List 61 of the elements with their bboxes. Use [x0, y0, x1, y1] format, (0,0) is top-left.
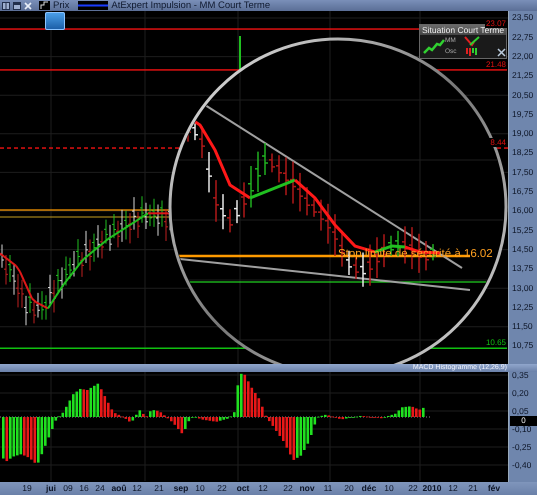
date-label: 22	[408, 482, 418, 495]
axis-label: 14,50	[511, 242, 534, 256]
axis-label: -0,25	[511, 441, 532, 454]
cursor-value: 0	[510, 416, 537, 426]
axis-label: -0,40	[511, 459, 532, 472]
axis-label: 13,00	[511, 282, 534, 295]
axis-label: 19,00	[511, 127, 534, 140]
axis-label: 22,00	[511, 50, 534, 63]
date-label: aoû	[111, 482, 127, 495]
date-label: 10	[384, 482, 394, 495]
date-label: 11	[324, 482, 332, 495]
axis-label: 0,20	[511, 387, 530, 400]
date-label: fév	[488, 482, 500, 495]
date-label: 2010	[422, 482, 442, 495]
date-label: 12	[132, 482, 142, 495]
price-legend: Prix	[53, 0, 70, 11]
date-label: sep	[174, 482, 188, 495]
date-label: 22	[283, 482, 293, 495]
axis-label: 12,25	[511, 300, 534, 314]
date-label: 09	[63, 482, 73, 495]
histogram-icon	[465, 47, 479, 57]
axis-label: 15,25	[511, 224, 534, 237]
indicator-legend: AtExpert Impulsion - MM Court Terme	[111, 0, 270, 11]
axis-label: 23,50	[511, 11, 534, 24]
maximize-icon[interactable]	[13, 2, 21, 10]
level-label: 10.65	[484, 338, 507, 348]
axis-label: 16,75	[511, 185, 534, 198]
date-label: 12	[258, 482, 268, 495]
date-label: 10	[195, 482, 205, 495]
axis-label: 21,25	[511, 69, 534, 82]
axis-label: 0,35	[511, 372, 530, 382]
date-label: 22	[217, 482, 227, 495]
level-label: 21.48	[484, 60, 507, 69]
axis-label: 11,50	[511, 320, 534, 334]
axis-label: 10,75	[511, 339, 534, 352]
axis-label: 16,00	[511, 204, 534, 218]
axis-label: 13,75	[511, 262, 534, 276]
crossover-icon	[464, 36, 480, 47]
date-label: 19	[22, 482, 32, 495]
toolbar-icon[interactable]	[45, 12, 65, 30]
rising-chart-icon	[423, 38, 445, 54]
date-label: 16	[79, 482, 89, 495]
date-label: déc	[362, 482, 376, 495]
panel-title: Situation Court Terme	[420, 25, 506, 35]
axis-label: 20,50	[511, 88, 534, 102]
date-label: 21	[154, 482, 164, 495]
level-label: 8.44	[489, 138, 507, 148]
date-label: nov	[299, 482, 315, 495]
date-label: jui	[46, 482, 56, 495]
level-label: 23.07	[484, 19, 507, 28]
date-label: 20	[344, 482, 354, 495]
axis-label: 22,75	[511, 30, 534, 44]
axis-label: 18,25	[511, 146, 534, 160]
date-label: oct	[236, 482, 250, 495]
date-label: 12	[448, 482, 458, 495]
tile-windows-icon[interactable]	[2, 2, 10, 10]
axis-label: 19,75	[511, 108, 534, 121]
date-label: 24	[95, 482, 105, 495]
close-icon[interactable]	[24, 2, 32, 10]
date-label: 21	[468, 482, 478, 495]
axis-label: 17,50	[511, 166, 534, 179]
